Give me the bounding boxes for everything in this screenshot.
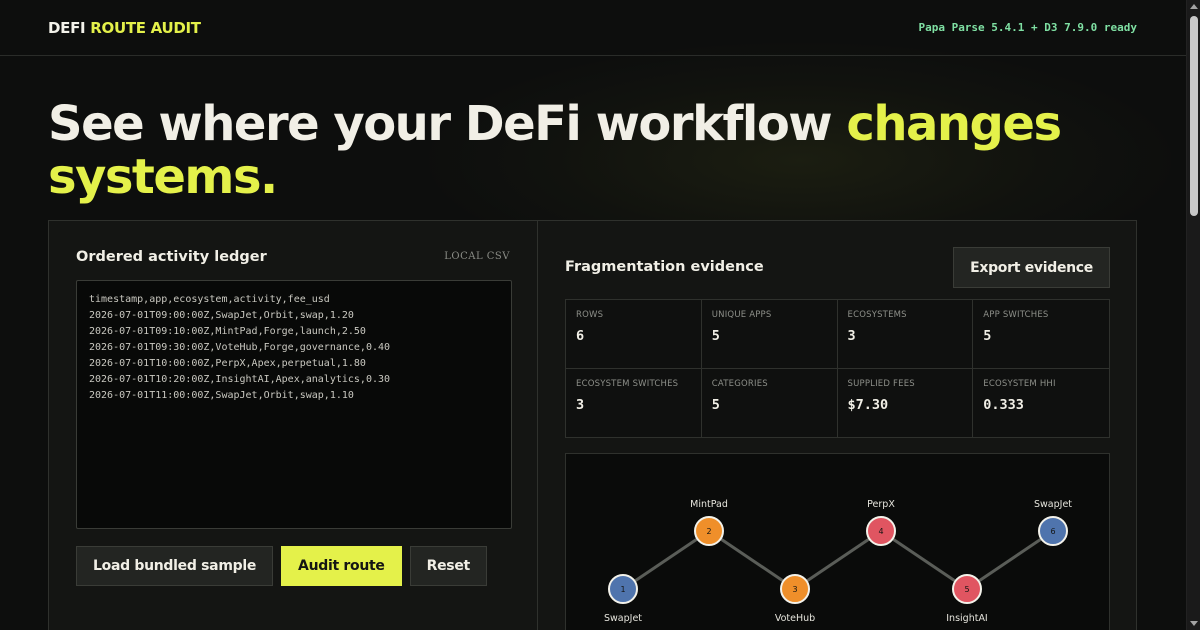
stat-value: $7.30 [847,396,889,413]
brand-prefix: DEFI [48,18,86,37]
stat-label: APP SWITCHES [983,310,1049,320]
load-sample-button[interactable]: Load bundled sample [76,546,274,586]
route-node-number: 5 [964,585,969,594]
stat-app-switches: APP SWITCHES 5 [973,300,1109,369]
stat-value: 6 [576,328,585,344]
stat-value: 0.333 [983,396,1024,413]
stat-label: UNIQUE APPS [711,310,772,320]
route-graph: 1 SwapJet 2 MintPad 3 VoteHub 4 PerpX 5 InsightAI… [565,453,1110,630]
stat-supplied-fees: SUPPLIED FEES $7.30 [838,368,974,437]
stats-grid: ROWS 6 UNIQUE APPS 5 ECOSYSTEMS 3 APP SW… [565,299,1110,438]
route-edge [966,529,1054,591]
route-node-number: 4 [878,527,883,536]
stat-value: 5 [711,396,720,413]
audit-route-button[interactable]: Audit route [281,546,402,586]
route-node-number: 2 [706,527,711,536]
page-headline: See where your DeFi workflow changes sys… [48,98,1148,204]
stat-label: CATEGORIES [711,378,768,389]
stat-value: 3 [847,328,856,344]
stat-ecosystem-switches: ECOSYSTEM SWITCHES 3 [566,368,702,437]
scroll-down-arrow-icon[interactable] [1190,621,1198,626]
export-evidence-button[interactable]: Export evidence [953,247,1110,288]
evidence-section: Fragmentation evidence Export evidence R… [539,221,1136,630]
stat-label: ECOSYSTEMS [847,310,907,320]
audit-panel: Ordered activity ledger LOCAL CSV timest… [48,220,1137,630]
route-edge [880,529,968,591]
route-node-label: MintPad [690,499,728,510]
stat-label: ECOSYSTEM HHI [983,378,1056,389]
route-node-label: InsightAI [946,613,988,624]
stat-value: 5 [711,328,720,344]
route-edge [794,529,882,591]
reset-button[interactable]: Reset [409,546,487,586]
route-node-number: 1 [620,585,625,594]
stat-rows: ROWS 6 [566,300,702,369]
route-edge [708,529,796,591]
page-scrollbar[interactable] [1186,0,1200,630]
stat-value: 3 [576,396,585,413]
evidence-title: Fragmentation evidence [565,259,764,275]
source-tag: LOCAL CSV [444,251,510,262]
csv-input[interactable]: timestamp,app,ecosystem,activity,fee_usd… [76,280,512,529]
brand-logo: DEFI ROUTE AUDIT [48,19,201,37]
ledger-actions: Load bundled sample Audit route Reset [76,546,487,586]
stat-label: SUPPLIED FEES [847,378,915,389]
top-bar: DEFI ROUTE AUDIT Papa Parse 5.4.1 + D3 7… [0,0,1186,56]
stat-unique-apps: UNIQUE APPS 5 [701,300,838,369]
stat-ecosystems: ECOSYSTEMS 3 [837,300,974,369]
route-node-label: PerpX [867,499,895,510]
route-graph-svg: 1 SwapJet 2 MintPad 3 VoteHub 4 PerpX 5 InsightAI… [604,499,1072,624]
ledger-section: Ordered activity ledger LOCAL CSV timest… [49,221,538,630]
headline-main: See where your DeFi workflow [48,96,847,152]
route-node-label: SwapJet [1034,499,1072,510]
scroll-up-arrow-icon[interactable] [1190,4,1198,9]
ledger-title: Ordered activity ledger [76,249,267,265]
stat-categories: CATEGORIES 5 [702,368,838,437]
scroll-thumb[interactable] [1190,16,1198,216]
stat-label: ECOSYSTEM SWITCHES [576,378,679,389]
library-status: Papa Parse 5.4.1 + D3 7.9.0 ready [918,21,1137,34]
route-node-number: 3 [792,585,797,594]
stat-ecosystem-hhi: ECOSYSTEM HHI 0.333 [973,369,1109,438]
route-node-label: SwapJet [604,613,642,624]
brand-accent: ROUTE AUDIT [90,18,201,37]
route-node-number: 6 [1050,527,1055,536]
route-edge [622,529,710,591]
stat-value: 5 [983,328,992,344]
route-node-label: VoteHub [775,613,815,624]
stat-label: ROWS [576,310,604,320]
